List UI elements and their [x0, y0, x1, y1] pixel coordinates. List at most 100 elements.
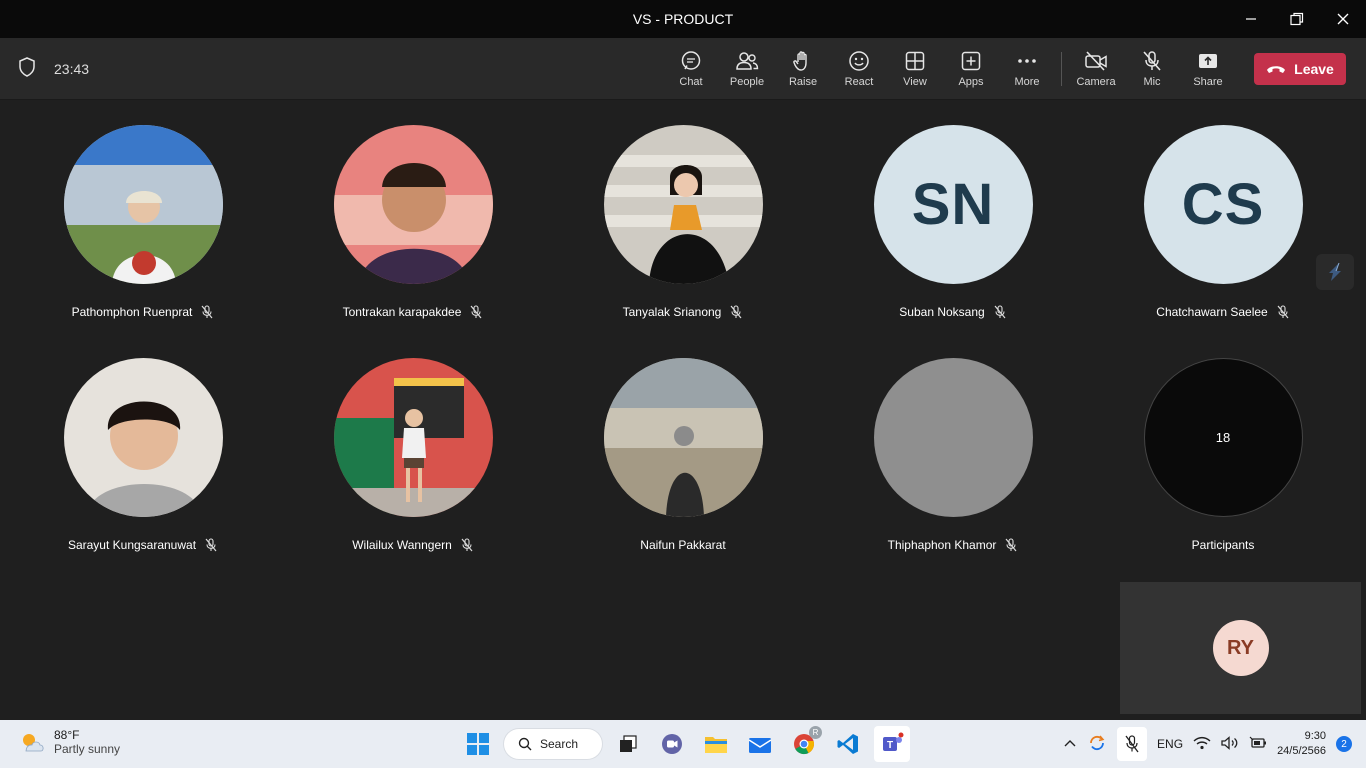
participant-tile[interactable]: Pathomphon Ruenprat	[8, 125, 278, 345]
participant-avatar-photo	[333, 358, 493, 517]
system-clock[interactable]: 9:30 24/5/2566	[1277, 729, 1326, 759]
folder-icon	[705, 737, 727, 753]
participant-name: Wilailux Wanngern	[352, 538, 452, 552]
notification-badge[interactable]: 2	[1336, 736, 1352, 752]
overflow-count: 18	[1143, 358, 1303, 517]
meeting-toolbar: 23:43 Chat People Raise React View Apps	[0, 38, 1366, 100]
wifi-icon[interactable]	[1193, 736, 1211, 753]
system-tray: ENG 9:30 24/5/2566 2	[1063, 720, 1352, 768]
leave-label: Leave	[1294, 61, 1334, 77]
participant-tile[interactable]: Sarayut Kungsaranuwat	[8, 358, 278, 578]
raise-hand-icon	[793, 51, 807, 71]
raise-hand-button[interactable]: Raise	[775, 38, 831, 100]
participant-tile[interactable]: Naifun Pakkarat	[548, 358, 818, 578]
share-icon	[1199, 54, 1217, 68]
weather-widget[interactable]: 88°F Partly sunny	[18, 728, 120, 756]
start-button[interactable]	[460, 726, 496, 762]
camera-off-icon	[1085, 51, 1107, 71]
participant-tile[interactable]: Tanyalak Srianong	[548, 125, 818, 345]
camera-label: Camera	[1076, 76, 1116, 88]
self-view[interactable]: RY	[1120, 582, 1361, 714]
taskbar-apps: Search R T	[460, 726, 910, 762]
mic-off-icon	[201, 305, 213, 319]
os-taskbar: 88°F Partly sunny Search R T ENG 9:30 24…	[0, 720, 1366, 768]
participant-tile[interactable]: Wilailux Wanngern	[278, 358, 548, 578]
leave-button[interactable]: Leave	[1254, 53, 1346, 85]
apps-plus-icon	[961, 51, 981, 71]
taskbar-chat-app[interactable]	[654, 726, 690, 762]
task-view-button[interactable]	[610, 726, 646, 762]
participant-avatar-photo	[63, 358, 223, 517]
sync-icon[interactable]	[1087, 733, 1107, 756]
participant-tile[interactable]: Thiphaphon Khamor	[818, 358, 1088, 578]
search-label: Search	[540, 737, 579, 751]
clock-date: 24/5/2566	[1277, 745, 1326, 757]
mic-muted-icon	[1125, 735, 1139, 753]
participant-avatar-placeholder	[873, 358, 1033, 517]
chat-icon	[681, 51, 701, 70]
people-button[interactable]: People	[719, 38, 775, 100]
view-button[interactable]: View	[887, 38, 943, 100]
raise-label: Raise	[788, 76, 818, 88]
chat-button[interactable]: Chat	[663, 38, 719, 100]
participant-tile[interactable]: CS Chatchawarn Saelee	[1088, 125, 1358, 345]
view-label: View	[903, 76, 927, 88]
mail-icon	[748, 738, 772, 753]
meeting-timer: 23:43	[54, 61, 90, 77]
participant-avatar-initials: CS	[1143, 125, 1303, 284]
apps-label: Apps	[958, 76, 984, 88]
overflow-participants-tile[interactable]: 18 Participants	[1088, 358, 1358, 578]
camera-button[interactable]: Camera	[1068, 38, 1124, 100]
hang-up-icon	[1267, 66, 1286, 73]
taskbar-file-explorer[interactable]	[698, 726, 734, 762]
taskbar-chrome[interactable]: R	[786, 726, 822, 762]
participant-grid: Pathomphon Ruenprat Tontrakan karapakdee	[0, 100, 1366, 720]
more-icon	[1018, 59, 1036, 63]
restore-icon	[1290, 12, 1304, 26]
close-icon	[1337, 13, 1349, 25]
battery-icon[interactable]	[1249, 736, 1267, 753]
tray-mic-muted[interactable]	[1117, 727, 1148, 761]
mic-off-icon	[461, 538, 473, 552]
minimize-button[interactable]	[1228, 0, 1274, 38]
share-button[interactable]: Share	[1180, 38, 1236, 100]
taskbar-search[interactable]: Search	[504, 729, 602, 759]
participant-name: Suban Noksang	[899, 305, 985, 319]
participant-name: Chatchawarn Saelee	[1156, 305, 1268, 319]
participant-tile[interactable]: Tontrakan karapakdee	[278, 125, 548, 345]
window-controls	[1228, 0, 1366, 38]
tray-overflow-chevron-icon[interactable]	[1063, 737, 1077, 751]
window-titlebar: VS - PRODUCT	[0, 0, 1366, 38]
more-button[interactable]: More	[999, 38, 1055, 100]
restore-button[interactable]	[1274, 0, 1320, 38]
volume-icon[interactable]	[1221, 735, 1239, 753]
window-title: VS - PRODUCT	[632, 11, 734, 27]
mic-button[interactable]: Mic	[1124, 38, 1180, 100]
participant-name: Tanyalak Srianong	[622, 305, 722, 319]
mic-off-icon	[1143, 51, 1161, 71]
taskbar-vscode[interactable]	[830, 726, 866, 762]
weather-description: Partly sunny	[54, 742, 121, 756]
side-app-icon[interactable]	[1316, 254, 1354, 290]
share-label: Share	[1193, 76, 1223, 88]
chrome-profile-badge: R	[809, 726, 822, 739]
minimize-icon	[1246, 18, 1256, 20]
mic-off-icon	[994, 305, 1006, 319]
mic-off-icon	[1277, 305, 1289, 319]
language-indicator[interactable]: ENG	[1157, 737, 1183, 751]
partly-sunny-icon	[23, 734, 44, 752]
self-avatar: RY	[1212, 620, 1269, 676]
people-label: People	[729, 76, 765, 88]
close-button[interactable]	[1320, 0, 1366, 38]
participant-name: Tontrakan karapakdee	[342, 305, 462, 319]
task-view-icon	[620, 735, 637, 752]
shield-icon[interactable]	[18, 56, 36, 82]
chat-label: Chat	[679, 76, 703, 88]
mic-label: Mic	[1143, 76, 1161, 88]
apps-button[interactable]: Apps	[943, 38, 999, 100]
taskbar-teams[interactable]: T	[874, 726, 910, 762]
participant-tile[interactable]: SN Suban Noksang	[818, 125, 1088, 345]
weather-temp: 88°F	[54, 728, 80, 742]
taskbar-mail[interactable]	[742, 726, 778, 762]
react-button[interactable]: React	[831, 38, 887, 100]
